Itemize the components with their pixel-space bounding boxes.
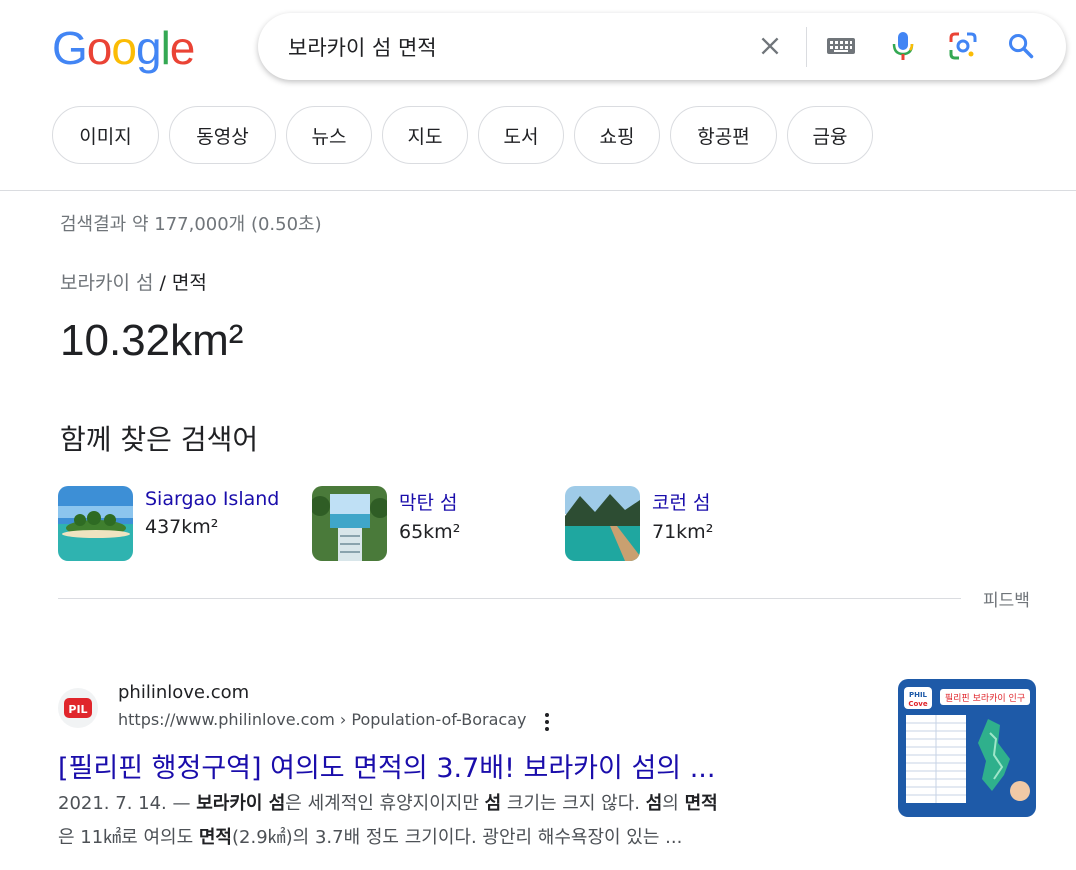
related-thumbnail <box>58 486 133 561</box>
result-site-name[interactable]: philinlove.com <box>118 682 249 703</box>
related-heading: 함께 찾은 검색어 <box>60 423 259 456</box>
google-logo[interactable]: Google <box>52 22 196 74</box>
result-snippet-line1: 2021. 7. 14. — 보라카이 섬은 세계적인 휴양지이지만 섬 크기는… <box>58 789 858 819</box>
related-item-mactan[interactable]: 막탄 섬 65km² <box>312 486 460 561</box>
tab-videos[interactable]: 동영상 <box>169 106 276 164</box>
header-divider <box>0 190 1076 191</box>
keyboard-icon[interactable] <box>826 31 856 61</box>
breadcrumb-separator: / <box>159 272 166 294</box>
tab-images[interactable]: 이미지 <box>52 106 159 164</box>
logo-letter: l <box>160 22 171 74</box>
related-item-siargao[interactable]: Siargao Island 437km² <box>58 486 279 561</box>
lens-icon[interactable] <box>948 31 978 61</box>
logo-letter: o <box>111 22 137 74</box>
breadcrumb-current: 면적 <box>171 272 207 294</box>
logo-letter: o <box>86 22 113 74</box>
more-options-icon[interactable] <box>538 710 556 738</box>
result-url[interactable]: https://www.philinlove.com › Population-… <box>118 710 526 729</box>
feedback-divider <box>58 598 961 599</box>
thumb-header-text: 필리핀 보라카이 인구 <box>945 692 1025 704</box>
snippet-text: 크기는 크지 않다. <box>501 793 646 814</box>
search-input[interactable]: 보라카이 섬 면적 <box>288 32 437 62</box>
mic-icon[interactable] <box>888 31 918 61</box>
snippet-bold: 섬 <box>645 793 663 814</box>
tab-shopping[interactable]: 쇼핑 <box>574 106 660 164</box>
snippet-bold: 보라카이 섬 <box>196 793 286 814</box>
search-icon[interactable] <box>1006 31 1036 61</box>
snippet-date: 2021. 7. 14. — <box>58 793 197 814</box>
related-value: 71km² <box>652 521 714 543</box>
close-icon[interactable] <box>755 31 785 61</box>
logo-letter: g <box>135 22 162 74</box>
snippet-text: 은 세계적인 휴양지이지만 <box>285 793 485 814</box>
snippet-bold: 면적 <box>684 793 718 814</box>
search-box[interactable]: 보라카이 섬 면적 <box>258 13 1066 80</box>
related-thumbnail <box>312 486 387 561</box>
feedback-link[interactable]: 피드백 <box>983 586 1030 611</box>
result-stats: 검색결과 약 177,000개 (0.50초) <box>60 214 322 235</box>
related-thumbnail <box>565 486 640 561</box>
search-divider <box>806 27 807 67</box>
related-name[interactable]: 막탄 섬 <box>399 488 460 515</box>
featured-answer: 10.32km² <box>60 316 244 365</box>
snippet-bold: 섬 <box>484 793 502 814</box>
thumb-logo-line2: Cove <box>908 700 928 708</box>
logo-letter: G <box>52 22 88 74</box>
thumb-logo-line1: PHIL <box>909 691 928 699</box>
snippet-text: 의 <box>662 793 685 814</box>
related-value: 437km² <box>145 516 219 538</box>
search-tabs: 이미지 동영상 뉴스 지도 도서 쇼핑 항공편 금융 <box>52 106 873 164</box>
related-name[interactable]: Siargao Island <box>145 488 279 510</box>
logo-letter: e <box>169 22 196 74</box>
tab-maps[interactable]: 지도 <box>382 106 468 164</box>
tab-finance[interactable]: 금융 <box>787 106 873 164</box>
favicon-text: PIL <box>68 703 87 716</box>
related-item-coron[interactable]: 코런 섬 71km² <box>565 486 713 561</box>
snippet-text: 은 11㎢로 여의도 <box>58 827 199 848</box>
site-favicon[interactable]: PIL <box>58 688 98 728</box>
tab-flights[interactable]: 항공편 <box>670 106 777 164</box>
tab-books[interactable]: 도서 <box>478 106 564 164</box>
breadcrumb-parent[interactable]: 보라카이 섬 <box>60 272 153 294</box>
result-thumbnail[interactable]: PHIL Cove 필리핀 보라카이 인구 <box>898 679 1036 817</box>
snippet-text: (2.9㎢)의 3.7배 정도 크기이다. 광안리 해수욕장이 있는 ... <box>232 827 683 848</box>
breadcrumb: 보라카이 섬 / 면적 <box>60 268 207 295</box>
snippet-bold: 면적 <box>198 827 232 848</box>
result-snippet-line2: 은 11㎢로 여의도 면적(2.9㎢)의 3.7배 정도 크기이다. 광안리 해… <box>58 823 858 853</box>
related-value: 65km² <box>399 521 461 543</box>
tab-news[interactable]: 뉴스 <box>286 106 372 164</box>
related-name[interactable]: 코런 섬 <box>652 488 713 515</box>
result-title-link[interactable]: [필리핀 행정구역] 여의도 면적의 3.7배! 보라카이 섬의 ... <box>58 746 715 785</box>
